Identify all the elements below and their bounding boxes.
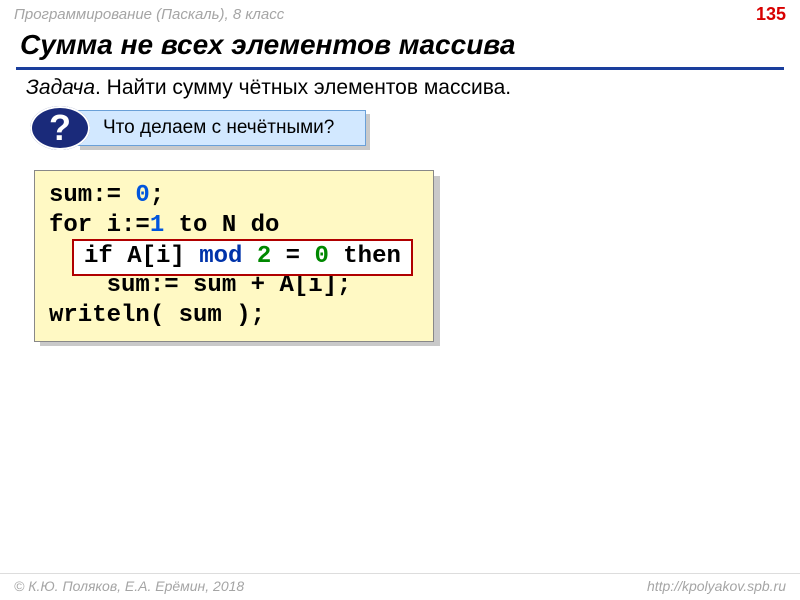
- code-l2a: for i:=: [49, 212, 150, 239]
- page-number: 135: [756, 4, 786, 25]
- code-l1b: ;: [150, 182, 164, 209]
- footer-left: © К.Ю. Поляков, Е.А. Ерёмин, 2018: [14, 578, 244, 594]
- ov-z: 0: [314, 243, 328, 270]
- footer-right: http://kpolyakov.spb.ru: [647, 578, 786, 594]
- page-title: Сумма не всех элементов массива: [16, 27, 784, 70]
- callout-box: Что делаем с нечётными?: [76, 110, 366, 146]
- code-l1a: sum:=: [49, 182, 135, 209]
- ov-kw: mod: [199, 243, 242, 270]
- question-icon: ?: [30, 106, 90, 150]
- code-overlay: if A[i] mod 2 = 0 then: [72, 239, 413, 276]
- ov-b: =: [271, 243, 314, 270]
- code-l5: writeln( sum );: [49, 302, 265, 329]
- code-l4: sum:= sum + A[i];: [49, 272, 351, 299]
- code-l1-num: 0: [135, 182, 149, 209]
- ov-sp1: [242, 243, 256, 270]
- code-l2-num: 1: [150, 212, 164, 239]
- task-line: Задача. Найти сумму чётных элементов мас…: [26, 76, 782, 100]
- course-label: Программирование (Паскаль), 8 класс: [14, 6, 284, 23]
- ov-a: if A[i]: [84, 243, 199, 270]
- footer: © К.Ю. Поляков, Е.А. Ерёмин, 2018 http:/…: [0, 573, 800, 600]
- callout-text: Что делаем с нечётными?: [103, 117, 334, 139]
- code-block-wrap: sum:= 0; for i:=1 to N do sum:= sum + A[…: [34, 170, 434, 342]
- ov-c: then: [329, 243, 401, 270]
- ov-n: 2: [257, 243, 271, 270]
- topbar: Программирование (Паскаль), 8 класс 135: [0, 0, 800, 27]
- task-label: Задача: [26, 76, 95, 99]
- code-l2b: to N do: [164, 212, 279, 239]
- callout: ? Что делаем с нечётными?: [30, 108, 800, 160]
- task-text: . Найти сумму чётных элементов массива.: [95, 76, 511, 99]
